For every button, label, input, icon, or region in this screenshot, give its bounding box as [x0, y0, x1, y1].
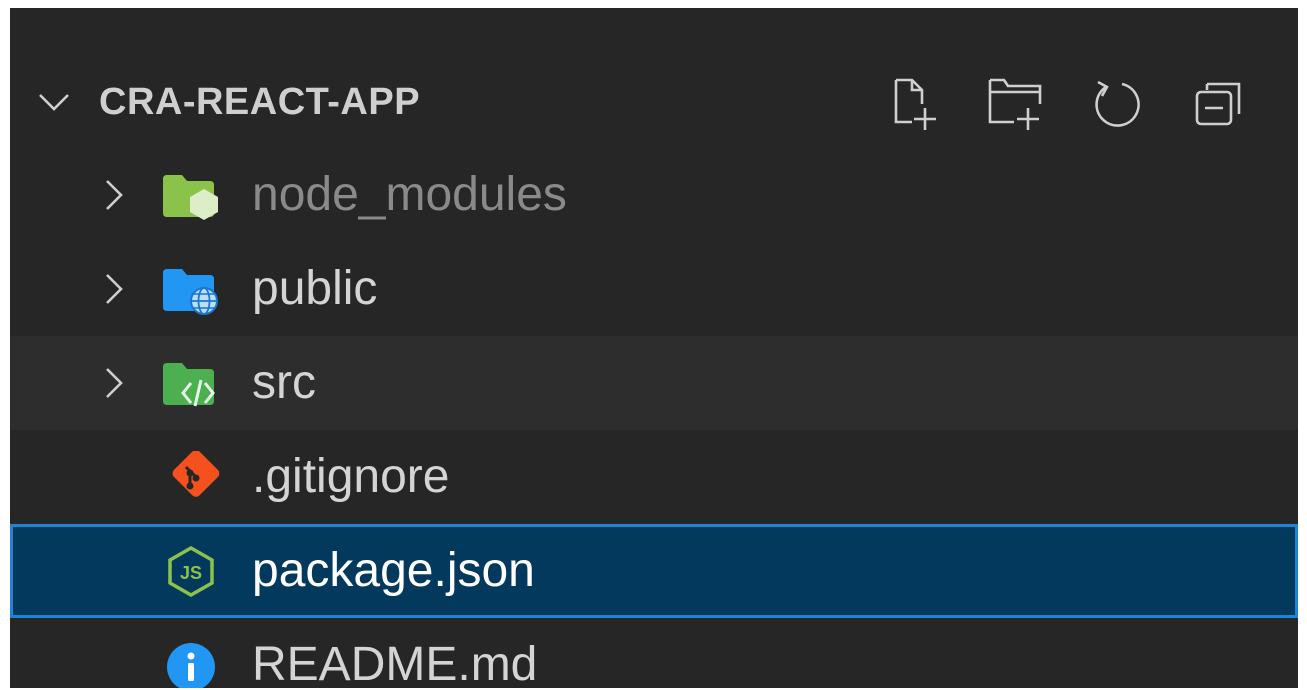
collapse-all-button[interactable] — [1167, 70, 1270, 136]
tree-item-label: node_modules — [252, 168, 567, 221]
tree-item-label: package.json — [252, 544, 535, 597]
refresh-button[interactable] — [1064, 70, 1167, 136]
node-modules-folder-icon — [163, 175, 218, 220]
src-folder-icon — [163, 363, 215, 407]
explorer-actions — [858, 70, 1270, 136]
tree-item-node-modules[interactable]: node_modules — [10, 148, 1298, 242]
tree-item-label: public — [252, 262, 378, 315]
tree-item-readme[interactable]: README.md — [10, 618, 1298, 688]
info-icon — [167, 643, 215, 688]
chevron-down-icon[interactable] — [34, 82, 74, 122]
tree-item-package-json[interactable]: JS package.json — [10, 524, 1298, 618]
refresh-icon — [1094, 80, 1140, 127]
tree-item-gitignore[interactable]: .gitignore — [10, 430, 1298, 524]
git-icon — [172, 451, 220, 497]
public-folder-icon — [163, 269, 218, 315]
chevron-right-icon — [106, 368, 123, 398]
chevron-right-icon — [106, 274, 123, 304]
explorer-section-header[interactable]: CRA-REACT-APP — [10, 60, 1298, 146]
new-file-icon — [894, 78, 936, 130]
collapse-all-icon — [1195, 82, 1240, 126]
tree-item-label: src — [252, 356, 316, 409]
new-folder-button[interactable] — [961, 70, 1064, 136]
new-folder-icon — [988, 78, 1041, 130]
tree-item-public[interactable]: public — [10, 242, 1298, 336]
svg-text:JS: JS — [180, 563, 202, 583]
chevron-right-icon — [106, 180, 123, 210]
nodejs-icon: JS — [168, 545, 214, 597]
workspace-title: CRA-REACT-APP — [99, 81, 421, 123]
new-file-button[interactable] — [858, 70, 961, 136]
tree-item-label: .gitignore — [252, 450, 450, 503]
tree-item-label: README.md — [252, 638, 538, 688]
tree-item-src[interactable]: src — [10, 336, 1298, 430]
file-explorer: CRA-REACT-APP node_modules public src .g… — [10, 8, 1298, 688]
